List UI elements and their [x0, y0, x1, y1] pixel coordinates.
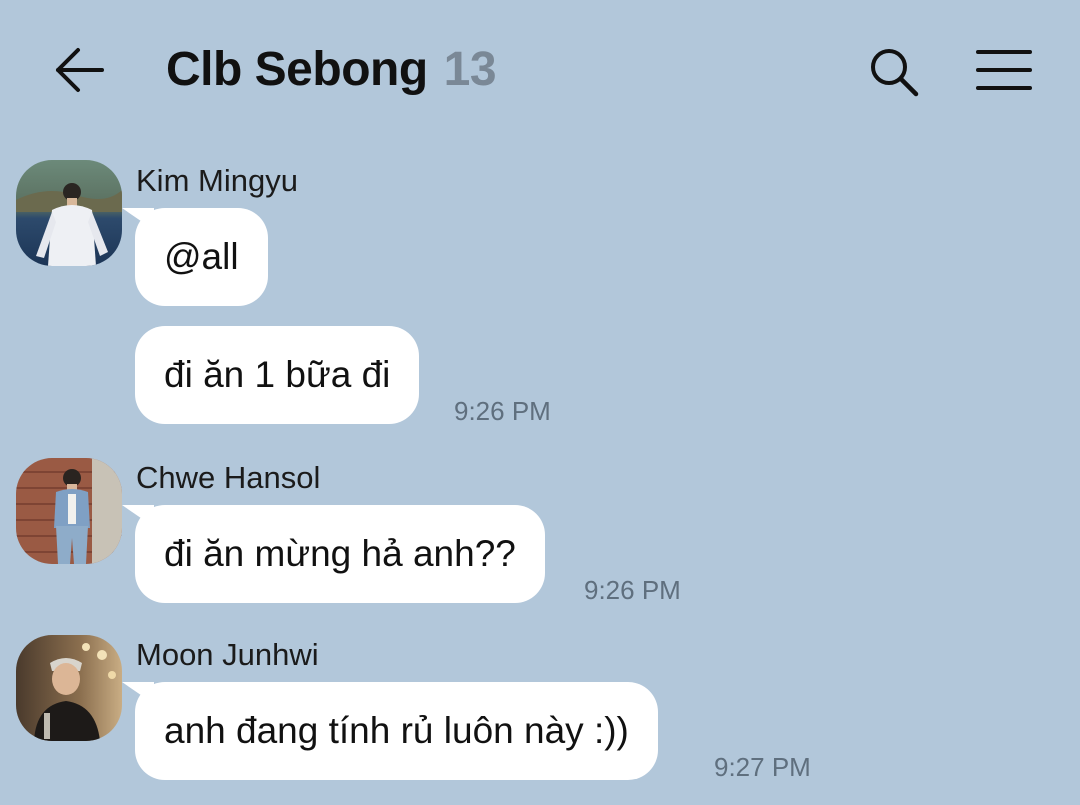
avatar-chwe-hansol[interactable]	[16, 458, 122, 564]
avatar-kim-mingyu[interactable]	[16, 160, 122, 266]
message-bubble[interactable]: đi ăn 1 bữa đi	[135, 326, 420, 424]
member-count: 13	[443, 43, 497, 96]
sender-name: Kim Mingyu	[136, 163, 298, 198]
message-bubble[interactable]: anh đang tính rủ luôn này :))	[135, 682, 658, 780]
message-timestamp: 9:26 PM	[454, 396, 551, 426]
message-bubble[interactable]: đi ăn mừng hả anh??	[135, 505, 545, 603]
sender-name: Chwe Hansol	[136, 460, 321, 495]
avatar-moon-junhwi[interactable]	[16, 635, 122, 741]
message-timestamp: 9:27 PM	[714, 752, 811, 782]
menu-button[interactable]	[970, 44, 1036, 96]
search-icon	[871, 49, 919, 97]
chat-header: Clb Sebong 13	[0, 0, 1080, 140]
hamburger-menu-icon	[976, 50, 1032, 90]
back-button[interactable]	[50, 44, 106, 96]
arrow-left-icon	[56, 48, 104, 92]
sender-name: Moon Junhwi	[136, 637, 319, 672]
group-name: Clb Sebong	[166, 43, 428, 96]
message-timestamp: 9:26 PM	[584, 575, 681, 605]
search-button[interactable]	[866, 44, 922, 100]
chat-title: Clb Sebong 13	[166, 40, 497, 100]
message-bubble[interactable]: @all	[135, 208, 268, 306]
